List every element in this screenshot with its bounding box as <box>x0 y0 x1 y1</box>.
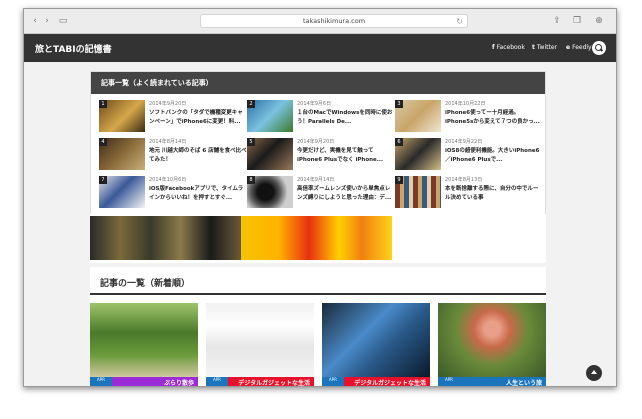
facebook-icon: f <box>492 44 495 51</box>
rank-badge: 1 <box>99 100 107 108</box>
date-badge: APR 17 <box>206 377 228 386</box>
date-badge: APR 19 <box>90 377 112 386</box>
nav-feedly[interactable]: e Feedly <box>566 44 592 51</box>
article-date: 2014年9月14日 <box>297 177 335 183</box>
download-icon[interactable]: ⊕ <box>594 14 604 28</box>
article-date: 2014年9月20日 <box>149 101 187 107</box>
address-bar[interactable]: takashikimura.com ↻ <box>200 14 468 28</box>
article-title: １台のMacでWindowsを同時に使おう！Parallels De... <box>297 110 393 125</box>
card-image <box>206 303 314 377</box>
popular-item[interactable]: 1 2014年9月20日 ソフトバンクの「タダで機種変更キャンペーン」でiPho… <box>99 100 247 136</box>
category-label[interactable]: 人生という旅 <box>460 377 546 386</box>
browser-window: ‹ › ▭ takashikimura.com ↻ ⇪ ❐ ⊕ 旅とTABIの記… <box>23 8 617 387</box>
nav-feedly-label: Feedly <box>572 44 592 51</box>
date-month: APR <box>97 377 105 382</box>
rank-badge: 5 <box>247 138 255 146</box>
nav-twitter-label: Twitter <box>536 44 557 51</box>
category-label[interactable]: ぶらり散歩 <box>112 377 198 386</box>
popular-item[interactable]: 7 2014年10月6日 iOS版Facebookアプリで、タイムラインからいい… <box>99 176 247 212</box>
article-title: iOS8の超便利機能。大きいiPhone6／iPhone6 Plusで... <box>445 148 540 163</box>
date-month: APR <box>445 377 453 382</box>
arrow-up-icon[interactable] <box>586 365 602 381</box>
card-image <box>322 303 430 377</box>
popular-item[interactable]: 4 2014年8月14日 地元 川越大師のそば 6 店舗を食べ比べてみた！ <box>99 138 247 174</box>
article-card[interactable]: APR 08 人生という旅 <box>438 303 546 386</box>
article-date: 2014年9月22日 <box>445 139 483 145</box>
popular-item[interactable]: 3 2014年10月22日 iPhone6使ってー十月経過。iPhone5sから… <box>395 100 543 136</box>
rank-badge: 2 <box>247 100 255 108</box>
feedly-icon: e <box>566 44 571 51</box>
rank-badge: 3 <box>395 100 403 108</box>
article-card[interactable]: APR 11 デジタルガジェットな生活 <box>322 303 430 386</box>
popular-item[interactable]: 8 2014年9月14日 高倍率ズームレンズ使いから単焦点レンズ縛りにしようと思… <box>247 176 395 212</box>
section-title: 記事の一覧（新着順） <box>100 279 191 289</box>
chevron-left-icon[interactable]: ‹ <box>30 14 40 28</box>
site-header: 旅とTABIの記憶書 f Facebook t Twitter e Feedly <box>24 34 616 62</box>
sidebar-icon[interactable]: ▭ <box>58 14 68 28</box>
search-icon[interactable] <box>592 41 606 55</box>
date-month: APR <box>329 377 337 382</box>
url-text: takashikimura.com <box>302 17 366 25</box>
article-title: iPhone6使ってー十月経過。iPhone5sから変えて７つの良かっ... <box>445 110 540 125</box>
category-label[interactable]: デジタルガジェットな生活 <box>228 377 314 386</box>
article-date: 2014年8月13日 <box>445 177 483 183</box>
reload-icon[interactable]: ↻ <box>456 15 463 28</box>
share-icon[interactable]: ⇪ <box>552 14 562 28</box>
browser-toolbar: ‹ › ▭ takashikimura.com ↻ ⇪ ❐ ⊕ <box>24 9 616 34</box>
article-title: 今更だけど、実機を見て触ってiPhone6 Plusでなく iPhone... <box>297 148 384 163</box>
article-date: 2014年8月14日 <box>149 139 187 145</box>
popular-item[interactable]: 6 2014年9月22日 iOS8の超便利機能。大きいiPhone6／iPhon… <box>395 138 543 174</box>
popular-item[interactable]: 5 2014年9月20日 今更だけど、実機を見て触ってiPhone6 Plusで… <box>247 138 395 174</box>
rank-badge: 4 <box>99 138 107 146</box>
rank-badge: 6 <box>395 138 403 146</box>
rank-badge: 8 <box>247 176 255 184</box>
article-date: 2014年10月22日 <box>445 101 486 107</box>
article-title: 本を断捨離する際に、自分の中でルール決めている事 <box>445 186 539 201</box>
nav-facebook-label: Facebook <box>496 44 525 51</box>
article-title: ソフトバンクの「タダで機種変更キャンペーン」でiPhone6に変更！料... <box>149 110 243 125</box>
popular-item[interactable]: 9 2014年8月13日 本を断捨離する際に、自分の中でルール決めている事 <box>395 176 543 212</box>
date-month: APR <box>213 377 221 382</box>
tabs-icon[interactable]: ❐ <box>572 14 582 28</box>
article-date: 2014年9月6日 <box>297 101 332 107</box>
rank-badge: 7 <box>99 176 107 184</box>
ad-banner[interactable] <box>90 214 546 263</box>
article-date: 2014年10月6日 <box>149 177 187 183</box>
popular-item[interactable]: 2 2014年9月6日 １台のMacでWindowsを同時に使おう！Parall… <box>247 100 395 136</box>
card-image <box>90 303 198 377</box>
nav-twitter[interactable]: t Twitter <box>532 44 557 51</box>
article-card[interactable]: APR 19 ぶらり散歩 <box>90 303 198 386</box>
ad-image <box>90 216 392 260</box>
latest-articles: 記事の一覧（新着順） APR 19 ぶらり散歩 APR 17 デジタルガジェット… <box>90 267 546 386</box>
article-title: iOS版Facebookアプリで、タイムラインからいいね！を押すとすぐ... <box>149 186 244 201</box>
site-logo[interactable]: 旅とTABIの記憶書 <box>35 42 112 55</box>
article-title: 高倍率ズームレンズ使いから単焦点レンズ縛りにしようと思った理由：デ... <box>297 186 392 201</box>
section-divider <box>90 293 546 295</box>
article-card[interactable]: APR 17 デジタルガジェットな生活 <box>206 303 314 386</box>
chevron-right-icon[interactable]: › <box>42 14 52 28</box>
article-title: 地元 川越大師のそば 6 店舗を食べ比べてみた！ <box>149 148 247 163</box>
rank-badge: 9 <box>395 176 403 184</box>
twitter-icon: t <box>532 44 535 51</box>
nav-facebook[interactable]: f Facebook <box>492 44 525 51</box>
article-date: 2014年9月20日 <box>297 139 335 145</box>
card-image <box>438 303 546 377</box>
date-badge: APR 11 <box>322 377 344 386</box>
popular-title: 記事一覧（よく読まれている記事） <box>91 72 545 94</box>
date-badge: APR 08 <box>438 377 460 386</box>
category-label[interactable]: デジタルガジェットな生活 <box>344 377 430 386</box>
popular-articles: 記事一覧（よく読まれている記事） 1 2014年9月20日 ソフトバンクの「タダ… <box>90 71 546 219</box>
